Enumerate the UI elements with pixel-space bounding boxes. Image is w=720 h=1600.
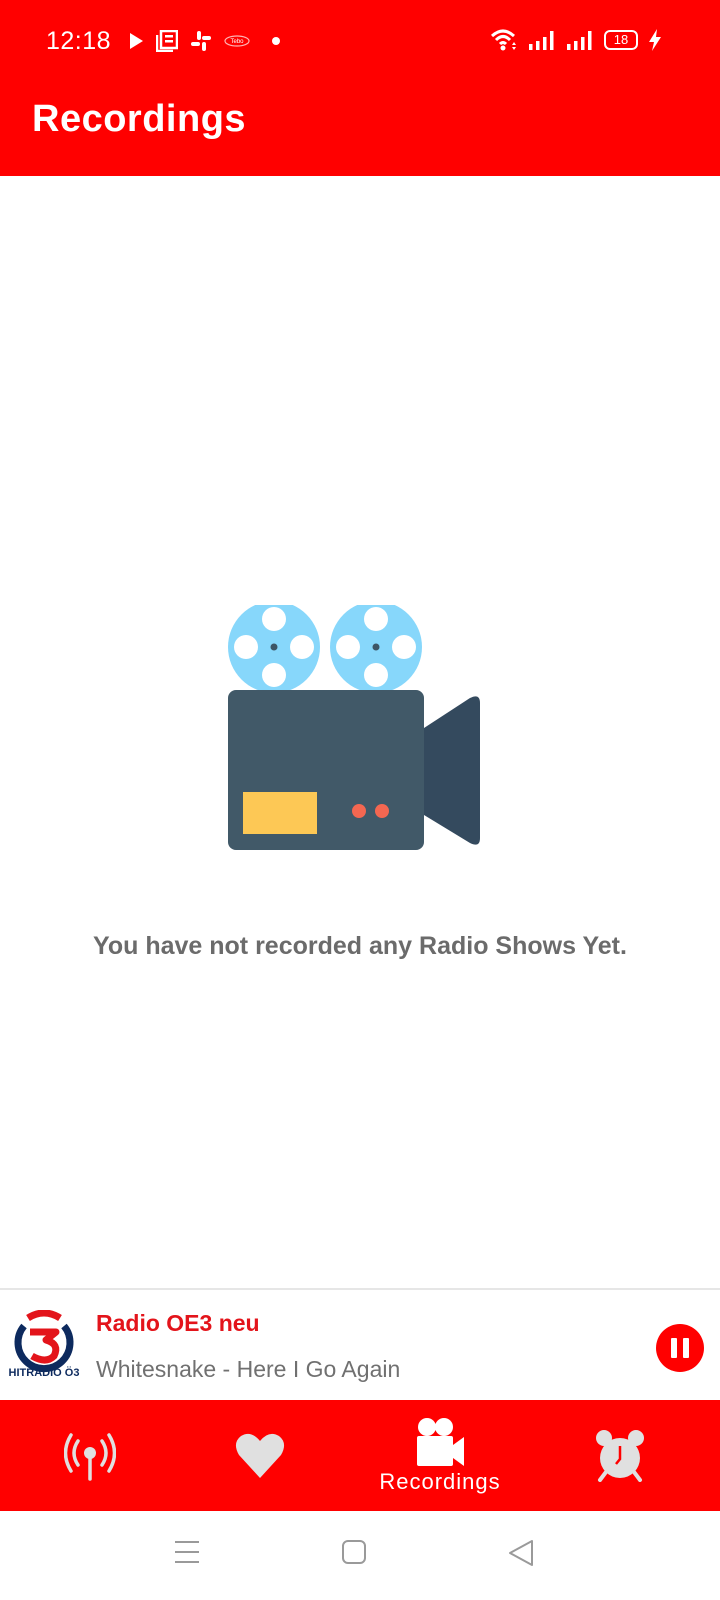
- camera-label: [243, 792, 317, 834]
- film-reel-right: [330, 605, 422, 693]
- video-camera-illustration: [228, 605, 480, 850]
- nav-label-recordings: Recordings: [379, 1468, 501, 1494]
- notification-icons: Tebo: [128, 30, 282, 52]
- system-status-icons: 18: [490, 28, 662, 52]
- bottom-navigation: Recordings: [0, 1400, 720, 1511]
- charging-icon: [649, 29, 661, 51]
- svg-text:HITRADIO Ö3: HITRADIO Ö3: [9, 1366, 80, 1379]
- video-camera-icon: [417, 1417, 464, 1466]
- pause-icon: [671, 1338, 677, 1358]
- back-icon[interactable]: [508, 1539, 534, 1567]
- camera-lens: [424, 696, 480, 845]
- film-reel-left: [228, 605, 320, 693]
- news-icon: [156, 30, 178, 52]
- station-name: Radio OE3 neu: [96, 1310, 260, 1336]
- nav-item-recordings[interactable]: Recordings: [350, 1400, 530, 1511]
- camera-light: [375, 804, 389, 818]
- alarm-clock-icon: [596, 1429, 644, 1482]
- system-navigation-bar: [0, 1511, 720, 1600]
- wifi-icon: [490, 29, 516, 51]
- app-bar: Recordings: [0, 86, 720, 176]
- svg-text:Tebo: Tebo: [230, 39, 244, 45]
- signal-icon: [567, 31, 592, 50]
- status-bar: 12:18 Tebo 18: [0, 0, 720, 86]
- radio-tower-icon: [64, 1432, 116, 1481]
- home-icon[interactable]: [341, 1539, 367, 1565]
- dot-icon: [272, 37, 280, 45]
- battery-icon: 18: [604, 30, 638, 50]
- heart-icon: [235, 1433, 285, 1478]
- station-logo: HITRADIO Ö3: [9, 1310, 80, 1379]
- pause-button[interactable]: [656, 1324, 704, 1372]
- nav-item-live-radio[interactable]: [0, 1400, 180, 1511]
- page-title: Recordings: [32, 98, 247, 140]
- slack-icon: [191, 31, 211, 51]
- nav-item-favorites[interactable]: [170, 1400, 350, 1511]
- signal-icon: [529, 31, 554, 50]
- mini-player[interactable]: HITRADIO Ö3 Radio OE3 neu Whitesnake - H…: [0, 1288, 720, 1402]
- empty-state-message: You have not recorded any Radio Shows Ye…: [93, 932, 627, 960]
- status-time: 12:18: [46, 27, 112, 55]
- track-title: Whitesnake - Here I Go Again: [96, 1356, 401, 1382]
- play-icon: [130, 33, 143, 49]
- menu-icon[interactable]: [174, 1539, 200, 1565]
- app-logo-icon: Tebo: [224, 35, 250, 47]
- camera-light: [352, 804, 366, 818]
- nav-item-alarm[interactable]: [530, 1400, 710, 1511]
